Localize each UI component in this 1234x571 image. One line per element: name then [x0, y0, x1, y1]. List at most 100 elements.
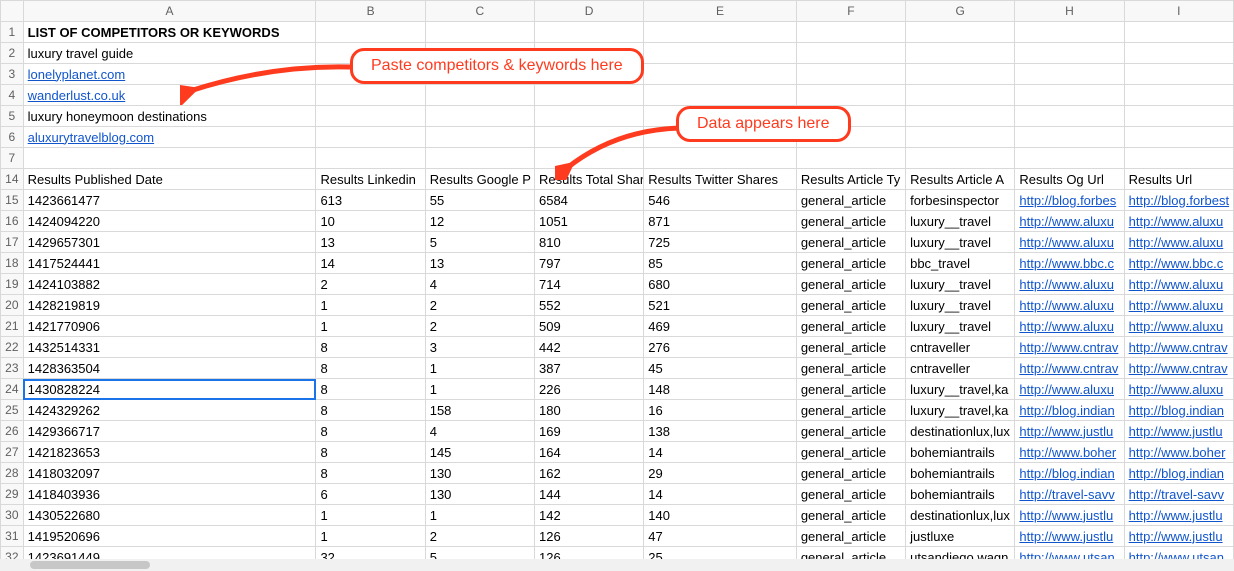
data-cell[interactable]: 14 [644, 484, 797, 505]
data-cell[interactable]: luxury__travel [906, 274, 1015, 295]
data-cell[interactable]: destinationlux,lux [906, 421, 1015, 442]
cell[interactable] [316, 22, 425, 43]
data-cell[interactable]: 1430828224 [23, 379, 316, 400]
cell[interactable] [906, 85, 1015, 106]
row-header[interactable]: 7 [1, 148, 24, 169]
data-cell[interactable]: general_article [796, 463, 905, 484]
title-cell[interactable]: LIST OF COMPETITORS OR KEYWORDS [23, 22, 316, 43]
cell[interactable] [1124, 127, 1233, 148]
row-header[interactable]: 20 [1, 295, 24, 316]
row-header[interactable]: 15 [1, 190, 24, 211]
data-cell[interactable]: general_article [796, 232, 905, 253]
table-row[interactable]: 181417524441141379785general_articlebbc_… [1, 253, 1234, 274]
data-cell[interactable]: 6584 [534, 190, 643, 211]
data-cell[interactable]: http://www.aluxu [1124, 274, 1233, 295]
data-cell[interactable]: general_article [796, 442, 905, 463]
data-cell[interactable]: http://blog.forbes [1015, 190, 1124, 211]
data-cell[interactable]: 1051 [534, 211, 643, 232]
data-cell[interactable]: 1421770906 [23, 316, 316, 337]
table-row[interactable]: 2314283635048138745general_articlecntrav… [1, 358, 1234, 379]
table-row[interactable]: 3114195206961212647general_articlejustlu… [1, 526, 1234, 547]
data-cell[interactable]: 158 [425, 400, 534, 421]
table-row[interactable]: 271421823653814516414general_articlebohe… [1, 442, 1234, 463]
row-header[interactable]: 31 [1, 526, 24, 547]
data-header-cell[interactable]: Results Linkedin [316, 169, 425, 190]
data-cell[interactable]: http://www.aluxu [1124, 379, 1233, 400]
data-cell[interactable]: http://www.justlu [1124, 526, 1233, 547]
data-cell[interactable]: 1421823653 [23, 442, 316, 463]
data-cell[interactable]: 8 [316, 421, 425, 442]
data-cell[interactable]: 1418403936 [23, 484, 316, 505]
cell[interactable] [425, 148, 534, 169]
data-cell[interactable]: bbc_travel [906, 253, 1015, 274]
data-cell[interactable]: http://www.boher [1015, 442, 1124, 463]
keyword-cell[interactable]: luxury travel guide [23, 43, 316, 64]
row-header[interactable]: 19 [1, 274, 24, 295]
data-cell[interactable]: http://www.bbc.c [1015, 253, 1124, 274]
cell[interactable] [534, 148, 643, 169]
cell[interactable] [644, 85, 797, 106]
data-cell[interactable]: 13 [425, 253, 534, 274]
data-cell[interactable]: general_article [796, 484, 905, 505]
row-header[interactable]: 22 [1, 337, 24, 358]
data-cell[interactable]: 1418032097 [23, 463, 316, 484]
data-cell[interactable]: 1432514331 [23, 337, 316, 358]
data-cell[interactable]: general_article [796, 358, 905, 379]
data-cell[interactable]: 226 [534, 379, 643, 400]
data-cell[interactable]: 1417524441 [23, 253, 316, 274]
cell[interactable] [1015, 127, 1124, 148]
table-row[interactable]: 291418403936613014414general_articlebohe… [1, 484, 1234, 505]
data-cell[interactable]: luxury__travel,ka [906, 379, 1015, 400]
cell[interactable] [906, 22, 1015, 43]
data-cell[interactable]: 442 [534, 337, 643, 358]
cell[interactable] [906, 127, 1015, 148]
data-cell[interactable]: http://www.aluxu [1124, 316, 1233, 337]
data-cell[interactable]: 130 [425, 484, 534, 505]
table-row[interactable]: 5luxury honeymoon destinations [1, 106, 1234, 127]
row-header[interactable]: 27 [1, 442, 24, 463]
data-cell[interactable]: 509 [534, 316, 643, 337]
data-cell[interactable]: http://www.cntrav [1124, 358, 1233, 379]
cell[interactable] [644, 64, 797, 85]
data-cell[interactable]: 8 [316, 463, 425, 484]
data-cell[interactable]: 16 [644, 400, 797, 421]
data-cell[interactable]: 138 [644, 421, 797, 442]
data-cell[interactable]: luxury__travel,ka [906, 400, 1015, 421]
data-cell[interactable]: 1 [316, 295, 425, 316]
data-cell[interactable]: 8 [316, 400, 425, 421]
data-cell[interactable]: 45 [644, 358, 797, 379]
data-cell[interactable]: 1 [425, 505, 534, 526]
data-cell[interactable]: 13 [316, 232, 425, 253]
data-cell[interactable]: 5 [425, 232, 534, 253]
col-header-E[interactable]: E [644, 1, 797, 22]
table-row[interactable]: 6aluxurytravelblog.com [1, 127, 1234, 148]
cell[interactable] [23, 148, 316, 169]
row-header[interactable]: 2 [1, 43, 24, 64]
data-cell[interactable]: http://www.justlu [1015, 505, 1124, 526]
col-header-B[interactable]: B [316, 1, 425, 22]
data-cell[interactable]: general_article [796, 400, 905, 421]
data-cell[interactable]: http://blog.indian [1015, 400, 1124, 421]
data-cell[interactable]: general_article [796, 211, 905, 232]
cell[interactable] [906, 106, 1015, 127]
data-cell[interactable]: cntraveller [906, 337, 1015, 358]
cell[interactable] [316, 85, 425, 106]
spreadsheet-viewport[interactable]: { "columns": ["A","B","C","D","E","F","G… [0, 0, 1234, 571]
cell[interactable] [1124, 85, 1233, 106]
cell[interactable] [1015, 64, 1124, 85]
scrollbar-thumb[interactable] [30, 561, 150, 569]
data-cell[interactable]: general_article [796, 379, 905, 400]
data-header-cell[interactable]: Results Article A [906, 169, 1015, 190]
table-row[interactable]: 171429657301135810725general_articleluxu… [1, 232, 1234, 253]
data-cell[interactable]: http://www.cntrav [1124, 337, 1233, 358]
row-header[interactable]: 1 [1, 22, 24, 43]
row-header[interactable]: 18 [1, 253, 24, 274]
data-cell[interactable]: http://www.cntrav [1015, 358, 1124, 379]
data-cell[interactable]: 47 [644, 526, 797, 547]
data-header-cell[interactable]: Results Published Date [23, 169, 316, 190]
data-cell[interactable]: http://www.aluxu [1015, 211, 1124, 232]
table-row[interactable]: 22143251433183442276general_articlecntra… [1, 337, 1234, 358]
data-cell[interactable]: http://blog.indian [1124, 400, 1233, 421]
cell[interactable] [796, 22, 905, 43]
cell[interactable] [796, 148, 905, 169]
